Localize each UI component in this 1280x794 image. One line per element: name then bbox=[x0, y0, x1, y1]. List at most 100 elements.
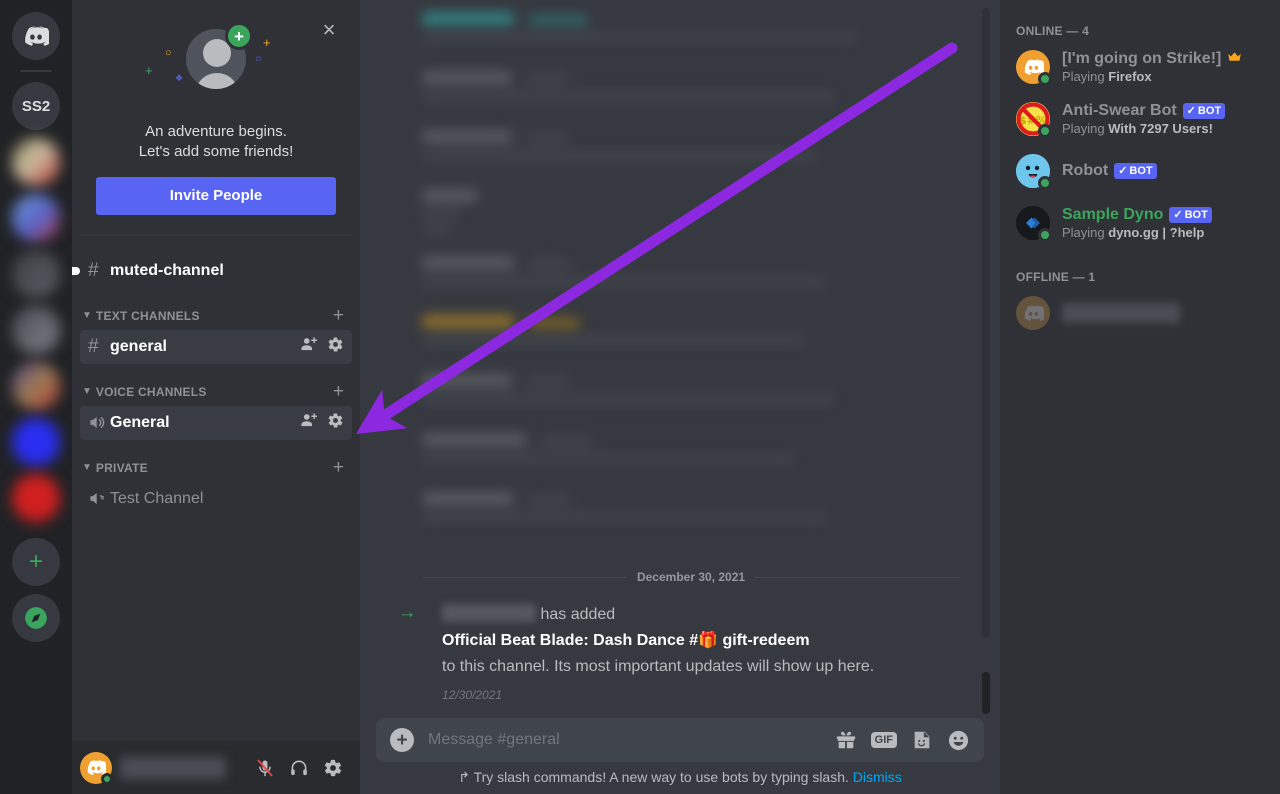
channel-settings-icon[interactable] bbox=[327, 336, 344, 358]
discord-logo-glyph bbox=[1024, 305, 1044, 321]
invite-people-button[interactable]: Invite People bbox=[96, 176, 336, 215]
sparkle-blue-dots-icon: ❖ bbox=[175, 73, 184, 83]
server-icon-blurred-4[interactable] bbox=[12, 306, 60, 354]
message-row bbox=[360, 405, 1000, 464]
server-icon-blurred-3[interactable] bbox=[12, 250, 60, 298]
user-settings-gear-icon[interactable] bbox=[320, 755, 346, 781]
avatar[interactable] bbox=[1016, 296, 1050, 330]
gift-icon[interactable] bbox=[835, 729, 857, 751]
member-row-anti-swear-bot[interactable]: $#% Anti-Swear Bot ✓ BOT Playing With 72… bbox=[1016, 98, 1280, 140]
status-badge-online bbox=[101, 772, 113, 785]
headphones-icon[interactable] bbox=[286, 755, 312, 781]
channel-item-test-channel[interactable]: Test Channel bbox=[80, 482, 352, 516]
invite-member-icon[interactable] bbox=[300, 412, 317, 434]
server-home-button[interactable] bbox=[12, 12, 60, 60]
message-timestamp bbox=[526, 73, 568, 84]
message-text bbox=[422, 150, 816, 161]
avatar[interactable]: $#% bbox=[1016, 102, 1052, 138]
member-row-strike[interactable]: [I'm going on Strike!] Playing Firefox bbox=[1016, 46, 1280, 88]
member-row-sample-dyno[interactable]: Sample Dyno ✓ BOT Playing dyno.gg | ?hel… bbox=[1016, 202, 1280, 244]
composer-box: + GIF bbox=[376, 718, 984, 762]
discord-home-icon[interactable] bbox=[12, 12, 60, 60]
member-name: [I'm going on Strike!] bbox=[1062, 50, 1222, 67]
check-icon: ✓ bbox=[1118, 164, 1128, 177]
chat-scrollbar-thumb[interactable] bbox=[982, 672, 990, 714]
message-text bbox=[422, 207, 462, 218]
compass-icon[interactable] bbox=[12, 594, 60, 642]
create-channel-icon[interactable]: + bbox=[333, 458, 344, 477]
avatar[interactable] bbox=[1016, 50, 1052, 86]
server-icon-blurred-6[interactable] bbox=[12, 418, 60, 466]
bot-label: BOT bbox=[1129, 164, 1153, 177]
gift-glyph bbox=[836, 731, 855, 749]
message-author bbox=[422, 492, 514, 505]
message-text bbox=[422, 335, 806, 346]
server-avatar[interactable] bbox=[12, 474, 60, 522]
activity-name: Firefox bbox=[1108, 69, 1152, 84]
channel-item-general[interactable]: # general bbox=[80, 329, 352, 364]
avatar[interactable] bbox=[80, 751, 113, 785]
member-info: Sample Dyno ✓ BOT Playing dyno.gg | ?hel… bbox=[1062, 206, 1212, 240]
message-row bbox=[360, 234, 1000, 287]
emoji-icon[interactable] bbox=[947, 729, 970, 752]
server-avatar[interactable] bbox=[12, 306, 60, 354]
chat-scrollbar-track[interactable] bbox=[982, 8, 990, 638]
channel-name: muted-channel bbox=[110, 261, 224, 279]
server-avatar[interactable] bbox=[12, 362, 60, 410]
category-voice-channels[interactable]: ▼ VOICE CHANNELS + bbox=[80, 380, 352, 404]
invite-member-icon[interactable] bbox=[300, 336, 317, 358]
category-private[interactable]: ▼ PRIVATE + bbox=[80, 456, 352, 480]
member-name-row: Robot ✓ BOT bbox=[1062, 162, 1157, 180]
server-initials[interactable]: SS2 bbox=[12, 82, 60, 130]
dismiss-hint-link[interactable]: Dismiss bbox=[853, 769, 902, 785]
upload-attachment-icon[interactable]: + bbox=[390, 728, 414, 752]
message-author bbox=[422, 256, 514, 269]
message-row bbox=[360, 161, 1000, 234]
member-row-robot[interactable]: Robot ✓ BOT bbox=[1016, 150, 1280, 192]
message-timestamp bbox=[540, 435, 592, 446]
message-text bbox=[422, 394, 837, 405]
message-text bbox=[422, 512, 827, 523]
add-server-button[interactable]: + bbox=[12, 538, 60, 586]
speaker-icon bbox=[88, 413, 110, 432]
invite-tagline: An adventure begins. Let's add some frie… bbox=[96, 122, 336, 163]
create-channel-icon[interactable]: + bbox=[333, 306, 344, 325]
message-author bbox=[422, 374, 512, 387]
server-avatar[interactable] bbox=[12, 250, 60, 298]
sticker-icon[interactable] bbox=[911, 729, 933, 751]
avatar[interactable] bbox=[1016, 154, 1052, 190]
member-row-offline[interactable] bbox=[1016, 292, 1280, 334]
message-list: December 30, 2021 → has added Official B… bbox=[360, 0, 1000, 718]
message-author bbox=[422, 433, 526, 446]
channel-item-general-voice[interactable]: General bbox=[80, 405, 352, 440]
message-row bbox=[360, 464, 1000, 523]
message-composer: + GIF bbox=[360, 718, 1000, 794]
explore-servers-button[interactable] bbox=[12, 594, 60, 642]
message-timestamp bbox=[528, 494, 570, 505]
gif-icon[interactable]: GIF bbox=[870, 731, 897, 749]
server-avatar[interactable] bbox=[12, 418, 60, 466]
member-list: ONLINE — 4 [I'm going on Strike!] Playin… bbox=[1000, 0, 1280, 794]
server-icon-blurred-2[interactable] bbox=[12, 194, 60, 242]
message-input[interactable] bbox=[428, 731, 821, 749]
server-icon-blurred-1[interactable] bbox=[12, 138, 60, 186]
server-avatar[interactable] bbox=[12, 194, 60, 242]
channel-settings-icon[interactable] bbox=[327, 412, 344, 434]
server-icon-blurred-5[interactable] bbox=[12, 362, 60, 410]
message-text bbox=[422, 223, 452, 234]
system-message-body: has added Official Beat Blade: Dash Danc… bbox=[442, 602, 874, 708]
category-text-channels[interactable]: ▼ TEXT CHANNELS + bbox=[80, 304, 352, 328]
avatar[interactable] bbox=[1016, 206, 1052, 242]
server-icon-ss2[interactable]: SS2 bbox=[12, 82, 60, 130]
plus-icon[interactable]: + bbox=[12, 538, 60, 586]
server-avatar[interactable] bbox=[12, 138, 60, 186]
channel-item-muted-channel[interactable]: # muted-channel bbox=[72, 254, 352, 288]
discord-app-window: SS2 + × + ○ ❖ ○ + + An adventure begins.… bbox=[0, 0, 1280, 794]
status-badge-online bbox=[1038, 124, 1052, 138]
microphone-muted-icon[interactable] bbox=[252, 755, 278, 781]
status-badge-online bbox=[1038, 176, 1052, 190]
invite-illustration: + ○ ❖ ○ + + bbox=[121, 16, 311, 112]
close-icon[interactable]: × bbox=[318, 19, 340, 42]
create-channel-icon[interactable]: + bbox=[333, 382, 344, 401]
server-icon-blurred-7[interactable] bbox=[12, 474, 60, 522]
